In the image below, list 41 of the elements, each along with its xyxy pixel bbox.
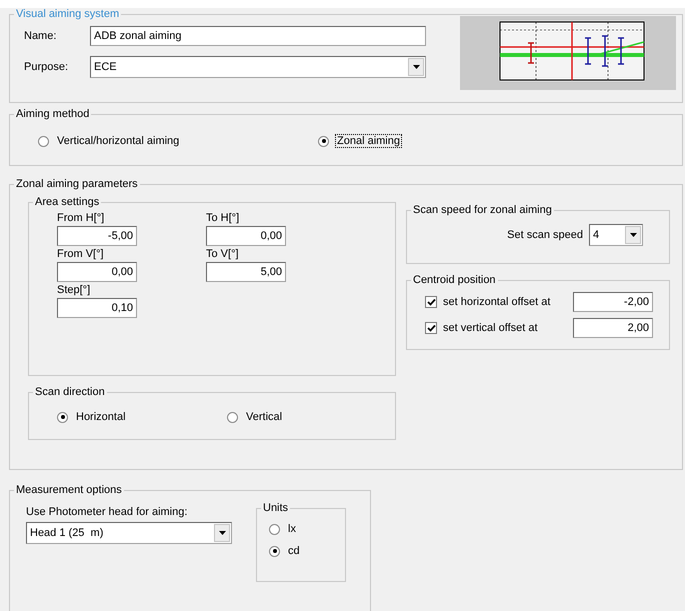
group-title: Scan speed for zonal aiming bbox=[412, 204, 553, 216]
number-field[interactable]: 5,00 bbox=[206, 262, 286, 282]
radio-option[interactable]: Horizontal bbox=[57, 410, 227, 424]
group-title: Scan direction bbox=[34, 386, 106, 398]
radio-option[interactable]: Vertical/horizontal aiming bbox=[38, 134, 318, 148]
number-field[interactable]: -5,00 bbox=[57, 226, 137, 246]
number-field[interactable]: 0,00 bbox=[206, 226, 286, 246]
group-title: Measurement options bbox=[15, 484, 123, 496]
caret-icon bbox=[412, 65, 420, 69]
group-title: Centroid position bbox=[412, 274, 497, 286]
group-title: Visual aiming system bbox=[15, 8, 120, 20]
purpose-dropdown[interactable]: ECE bbox=[90, 56, 426, 78]
name-label: Name: bbox=[24, 30, 58, 42]
photometer-head-label: Use Photometer head for aiming: bbox=[26, 506, 188, 518]
field-label: From V[°] bbox=[57, 248, 105, 260]
check-icon bbox=[426, 298, 436, 306]
offset-checkbox[interactable]: set vertical offset at bbox=[425, 322, 538, 334]
radio-option[interactable]: lx bbox=[257, 514, 345, 536]
purpose-label: Purpose: bbox=[24, 61, 70, 73]
scan-speed-dropdown[interactable]: 4 bbox=[589, 224, 643, 246]
field-label: From H[°] bbox=[57, 212, 106, 224]
scan-speed-label: Set scan speed bbox=[507, 229, 583, 241]
number-field[interactable]: 0,00 bbox=[57, 262, 137, 282]
group-title: Zonal aiming parameters bbox=[15, 178, 139, 190]
number-field[interactable]: 0,10 bbox=[57, 298, 137, 318]
field-label: Step[°] bbox=[57, 284, 92, 296]
photometer-head-dropdown[interactable]: Head 1 (25 m) bbox=[26, 522, 232, 544]
offset-field[interactable]: 2,00 bbox=[573, 318, 653, 338]
field-label: To H[°] bbox=[206, 212, 240, 224]
offset-checkbox[interactable]: set horizontal offset at bbox=[425, 296, 550, 308]
radio-option[interactable]: Vertical bbox=[227, 410, 284, 424]
name-field[interactable]: ADB zonal aiming bbox=[90, 26, 426, 46]
radio-option[interactable]: cd bbox=[257, 536, 345, 558]
group-title: Area settings bbox=[34, 196, 100, 208]
group-title: Aiming method bbox=[15, 108, 90, 120]
caret-icon bbox=[218, 531, 226, 535]
group-title: Units bbox=[262, 502, 290, 514]
check-icon bbox=[426, 324, 436, 332]
caret-icon bbox=[630, 233, 636, 237]
field-label: To V[°] bbox=[206, 248, 240, 260]
offset-field[interactable]: -2,00 bbox=[573, 292, 653, 312]
